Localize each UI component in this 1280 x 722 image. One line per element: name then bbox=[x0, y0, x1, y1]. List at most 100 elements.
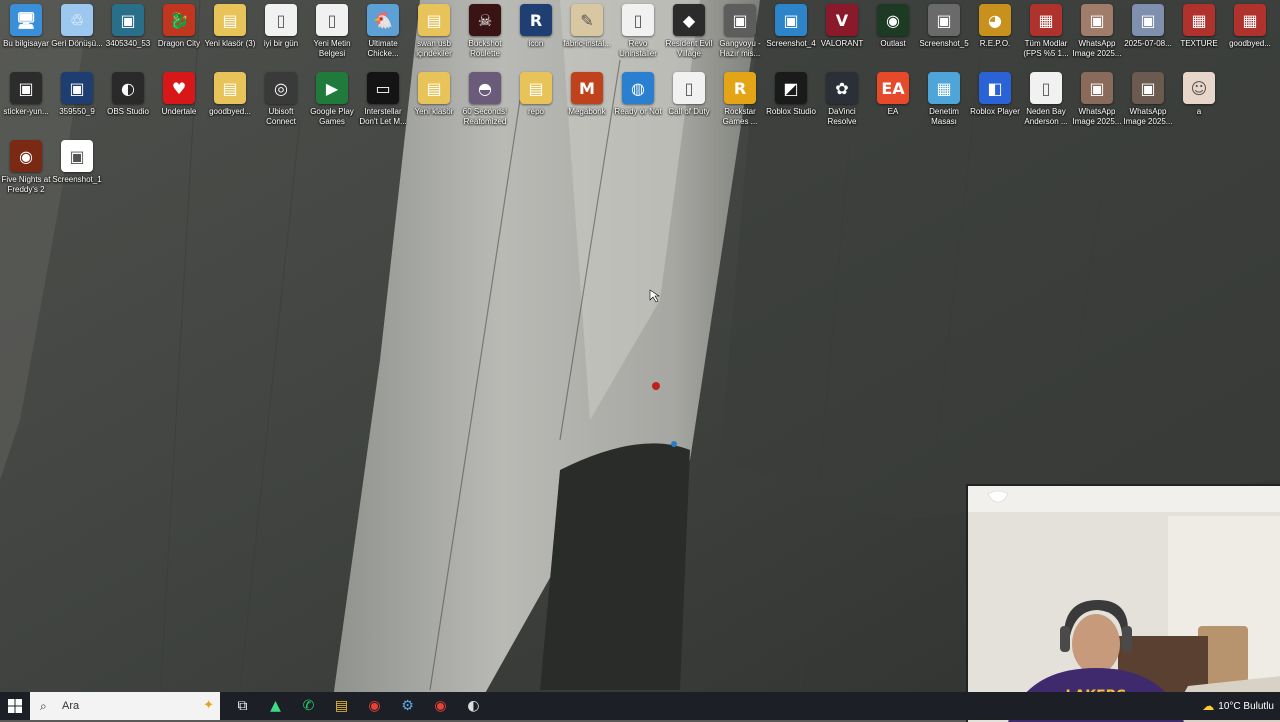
android-studio-icon: ▲ bbox=[270, 698, 281, 714]
desktop-icon[interactable]: ◉ Five Nights at Freddy's 2 bbox=[0, 136, 52, 200]
desktop-icon-label: Bu bilgisayar bbox=[3, 39, 49, 48]
desktop-icon[interactable]: ▯ Neden Bay Anderson ... bbox=[1020, 68, 1072, 132]
desktop-icon-label: WhatsApp Image 2025... bbox=[1123, 107, 1173, 126]
folder-icon: ▤ bbox=[214, 4, 246, 36]
desktop-icon-label: Gangvoyu - Hazır mis... bbox=[719, 39, 761, 58]
file-explorer-icon: ▤ bbox=[334, 698, 349, 714]
desktop-icon[interactable]: ◕ R.E.P.O. bbox=[969, 0, 1021, 64]
desktop-icon[interactable]: ▤ Yeni klasör (3) bbox=[204, 0, 256, 64]
desktop-icon[interactable]: ▦ TEXTURE bbox=[1173, 0, 1225, 64]
dragon-city-icon: 🐉 bbox=[163, 4, 195, 36]
image-file-icon: ▣ bbox=[775, 4, 807, 36]
taskbar-app-button[interactable]: ◐ bbox=[457, 692, 490, 720]
roblox-studio-icon: ◩ bbox=[775, 72, 807, 104]
desktop-icon[interactable]: ◧ Roblox Player bbox=[969, 68, 1021, 132]
desktop-icon-label: VALORANT bbox=[820, 39, 864, 48]
desktop-icon[interactable]: ▣ Gangvoyu - Hazır mis... bbox=[714, 0, 766, 64]
start-button[interactable] bbox=[0, 692, 30, 720]
desktop-icon-label: Interstellar Don't Let M... bbox=[359, 107, 407, 126]
text-file-icon: ▯ bbox=[316, 4, 348, 36]
image-file-icon: ▣ bbox=[61, 72, 93, 104]
control-panel-icon: ▦ bbox=[928, 72, 960, 104]
desktop-icon[interactable]: ◩ Roblox Studio bbox=[765, 68, 817, 132]
desktop-icon-label: R.E.P.O. bbox=[979, 39, 1011, 48]
desktop-icon[interactable]: ▶ Google Play Games bbox=[306, 68, 358, 132]
whatsapp-icon: ✆ bbox=[302, 698, 315, 714]
taskbar-app-button[interactable]: ▤ bbox=[325, 692, 358, 720]
taskbar-app-button[interactable]: ▲ bbox=[259, 692, 292, 720]
desktop-icon[interactable]: R Rockstar Games ... bbox=[714, 68, 766, 132]
desktop-icon[interactable]: ▤ Yeni klasör bbox=[408, 68, 460, 132]
repo-game-icon: ◕ bbox=[979, 4, 1011, 36]
desktop-icon[interactable]: 🖥 Bu bilgisayar bbox=[0, 0, 52, 64]
desktop-icon[interactable]: ▯ iyi bir gün bbox=[255, 0, 307, 64]
desktop-icon[interactable]: ◓ 60 Seconds! Reatomized bbox=[459, 68, 511, 132]
outlast-icon: ◉ bbox=[877, 4, 909, 36]
desktop-icon[interactable]: ▣ WhatsApp Image 2025... bbox=[1071, 68, 1123, 132]
desktop-icon-label: Outlast bbox=[880, 39, 906, 48]
desktop-icon[interactable]: ▭ Interstellar Don't Let M... bbox=[357, 68, 409, 132]
desktop-icon[interactable]: 🐉 Dragon City bbox=[153, 0, 205, 64]
desktop-icon[interactable]: ▦ goodbyed... bbox=[1224, 0, 1276, 64]
desktop-icon-label: Ultimate Chicke... bbox=[367, 39, 399, 58]
desktop-icon[interactable]: ▣ 359550_9 bbox=[51, 68, 103, 132]
desktop-icon-label: iyi bir gün bbox=[263, 39, 299, 48]
desktop-icon[interactable]: ▣ Screenshot_4 bbox=[765, 0, 817, 64]
desktop-icon[interactable]: ▦ Tüm Modlar (FPS %5 1... bbox=[1020, 0, 1072, 64]
desktop-icon[interactable]: ☠ Buckshot Roulette bbox=[459, 0, 511, 64]
desktop-icon[interactable]: ▣ Screenshot_1 bbox=[51, 136, 103, 200]
ultimate-chicken-horse-icon: 🐔 bbox=[367, 4, 399, 36]
desktop-icon[interactable]: ♥ Undertale bbox=[153, 68, 205, 132]
desktop-icon[interactable]: ▣ sticker-yun... bbox=[0, 68, 52, 132]
desktop-icon[interactable]: M Megabonk bbox=[561, 68, 613, 132]
desktop-icon[interactable]: ▣ WhatsApp Image 2025... bbox=[1122, 68, 1174, 132]
desktop-icon-label: Geri Dönüşü... bbox=[51, 39, 103, 48]
text-file-icon: ▯ bbox=[1030, 72, 1062, 104]
image-file-icon: ▣ bbox=[1081, 72, 1113, 104]
taskbar-app-button[interactable]: ✆ bbox=[292, 692, 325, 720]
taskbar-app-button[interactable]: ◉ bbox=[358, 692, 391, 720]
desktop-icon[interactable]: V VALORANT bbox=[816, 0, 868, 64]
desktop-icon[interactable]: ▣ WhatsApp Image 2025... bbox=[1071, 0, 1123, 64]
desktop-icon[interactable]: ◆ Resident Evil Village bbox=[663, 0, 715, 64]
desktop-icon[interactable]: ◐ OBS Studio bbox=[102, 68, 154, 132]
desktop-icon[interactable]: ☺ a bbox=[1173, 68, 1225, 132]
desktop-icon[interactable]: ▤ goodbyed... bbox=[204, 68, 256, 132]
obs-studio-icon: ◐ bbox=[112, 72, 144, 104]
desktop-icon-label: fabric-instal... bbox=[563, 39, 611, 48]
desktop-icon[interactable]: EA EA bbox=[867, 68, 919, 132]
taskbar-app-button[interactable]: ⚙ bbox=[391, 692, 424, 720]
desktop-icon[interactable]: ▣ 2025-07-08... bbox=[1122, 0, 1174, 64]
weather-text[interactable]: 10°C Bulutlu bbox=[1218, 701, 1274, 712]
desktop-icon[interactable]: ✎ fabric-instal... bbox=[561, 0, 613, 64]
megabonk-icon: M bbox=[571, 72, 603, 104]
desktop-icon[interactable]: ▣ Screenshot_5 bbox=[918, 0, 970, 64]
computer-icon: 🖥 bbox=[10, 4, 42, 36]
desktop-icon[interactable]: ◍ Ready or Not bbox=[612, 68, 664, 132]
desktop-icon[interactable]: ▤ swan usb içindekiler bbox=[408, 0, 460, 64]
taskbar-search-box[interactable]: ⌕ Ara ✦ bbox=[30, 692, 220, 720]
desktop-icon-label: 2025-07-08... bbox=[1124, 39, 1172, 48]
desktop-icon[interactable]: ▦ Denetim Masası bbox=[918, 68, 970, 132]
desktop-icon[interactable]: ▯ Yeni Metin Belgesi bbox=[306, 0, 358, 64]
desktop-icon[interactable]: ♲ Geri Dönüşü... bbox=[51, 0, 103, 64]
system-tray: ☁ 10°C Bulutlu bbox=[1202, 692, 1280, 720]
desktop-icon-label: 3405340_53 bbox=[105, 39, 151, 48]
task-view-icon: ⧉ bbox=[237, 698, 248, 714]
desktop-icon[interactable]: ✿ DaVinci Resolve bbox=[816, 68, 868, 132]
desktop-icon[interactable]: ◎ Ubisoft Connect bbox=[255, 68, 307, 132]
desktop-icon[interactable]: ▯ Revo Uninstaller bbox=[612, 0, 664, 64]
weather-icon[interactable]: ☁ bbox=[1202, 699, 1214, 713]
desktop-icon[interactable]: ▣ 3405340_53 bbox=[102, 0, 154, 64]
desktop-icon-label: Roblox Studio bbox=[766, 107, 816, 116]
roblox-player-icon: ◧ bbox=[979, 72, 1011, 104]
valorant-icon: V bbox=[826, 4, 858, 36]
settings-app-icon: ⚙ bbox=[401, 698, 414, 714]
desktop-icon[interactable]: Ricon bbox=[510, 0, 562, 64]
taskbar-app-button[interactable]: ◉ bbox=[424, 692, 457, 720]
desktop-icon[interactable]: 🐔 Ultimate Chicke... bbox=[357, 0, 409, 64]
desktop-icon[interactable]: ▯ Call of Duty bbox=[663, 68, 715, 132]
desktop-icon[interactable]: ◉ Outlast bbox=[867, 0, 919, 64]
desktop-icon[interactable]: ▤ repo bbox=[510, 68, 562, 132]
taskbar-app-button[interactable]: ⧉ bbox=[226, 692, 259, 720]
